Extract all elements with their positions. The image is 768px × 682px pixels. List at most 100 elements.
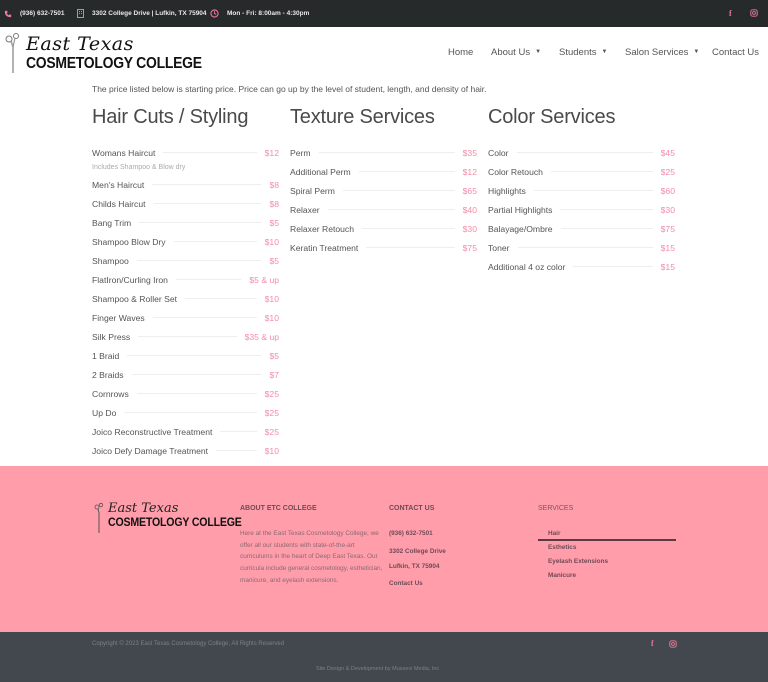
price-row: Shampoo & Roller Set $10 xyxy=(92,289,279,308)
service-price: $5 xyxy=(269,255,279,266)
service-price: $7 xyxy=(269,369,279,380)
leader-line xyxy=(533,190,653,191)
copyright-text: Copyright © 2023 East Texas Cosmetology … xyxy=(92,641,285,647)
site-header: East Texas COSMETOLOGY COLLEGE Home Abou… xyxy=(0,27,768,77)
service-name: Shampoo xyxy=(92,255,129,266)
service-name: Color Retouch xyxy=(488,166,543,177)
service-price: $25 xyxy=(264,426,279,437)
service-link-hair[interactable]: Hair xyxy=(548,530,560,537)
instagram-link[interactable] xyxy=(750,0,758,27)
topbar-phone[interactable]: (936) 632-7501 xyxy=(4,0,64,27)
service-price: $5 & up xyxy=(249,274,279,285)
facebook-icon: f xyxy=(729,9,732,18)
price-row: Additional 4 oz color $15 xyxy=(488,257,675,276)
price-row: Shampoo Blow Dry $10 xyxy=(92,232,279,251)
building-icon xyxy=(77,9,84,18)
nav-students[interactable]: Students ▼ xyxy=(559,47,607,58)
price-row: Up Do $25 xyxy=(92,403,279,422)
leader-line xyxy=(127,355,262,356)
price-row: Silk Press $35 & up xyxy=(92,327,279,346)
service-price: $8 xyxy=(269,179,279,190)
service-link-manicure[interactable]: Manicure xyxy=(548,572,576,579)
nav-salon-services[interactable]: Salon Services ▼ xyxy=(625,47,699,58)
top-info-bar: (936) 632-7501 3302 College Drive | Lufk… xyxy=(0,0,768,27)
service-price: $75 xyxy=(660,223,675,234)
service-link-esthetics[interactable]: Esthetics xyxy=(548,544,576,551)
service-name: Finger Waves xyxy=(92,312,145,323)
contact-us-link[interactable]: Contact Us xyxy=(389,580,423,587)
contact-city: Lufkin, TX 75904 xyxy=(389,563,440,570)
service-price: $35 xyxy=(462,147,477,158)
service-price: $45 xyxy=(660,147,675,158)
service-link-eyelash-extensions[interactable]: Eyelash Extensions xyxy=(548,558,608,565)
service-name: Shampoo & Roller Set xyxy=(92,293,178,304)
caret-down-icon: ▼ xyxy=(601,49,608,55)
nav-about-us[interactable]: About Us ▼ xyxy=(491,47,541,58)
service-name: Color xyxy=(488,147,509,158)
clock-icon xyxy=(210,9,219,18)
footer-facebook-link[interactable]: f xyxy=(651,639,654,648)
price-row: Spiral Perm $65 xyxy=(290,181,477,200)
facebook-link[interactable]: f xyxy=(729,0,732,27)
service-price: $60 xyxy=(660,185,675,196)
leader-line xyxy=(153,203,262,204)
leader-line xyxy=(136,393,257,394)
leader-line xyxy=(124,412,257,413)
price-row: Joico Defy Damage Treatment $10 xyxy=(92,441,279,460)
site-credit[interactable]: Site Design & Development by Mussevi Med… xyxy=(316,666,439,672)
leader-line xyxy=(358,171,455,172)
topbar-address: 3302 College Drive | Lufkin, TX 75904 xyxy=(77,0,207,27)
price-row: Men's Haircut $8 xyxy=(92,175,279,194)
service-name: Balayage/Ombre xyxy=(488,223,553,234)
price-row: Partial Highlights $30 xyxy=(488,200,675,219)
leader-line xyxy=(517,247,653,248)
service-price: $10 xyxy=(264,293,279,304)
phone-icon xyxy=(4,10,12,18)
leader-line xyxy=(318,152,455,153)
price-row: Bang Trim $5 xyxy=(92,213,279,232)
service-note: Includes Shampoo & Blow dry xyxy=(92,164,186,171)
price-row: FlatIron/Curling Iron $5 & up xyxy=(92,270,279,289)
price-row: Color Retouch $25 xyxy=(488,162,675,181)
main-nav: Home About Us ▼ Students ▼ Salon Service… xyxy=(0,27,768,77)
instagram-icon xyxy=(669,640,677,650)
instagram-icon xyxy=(750,8,758,19)
footer-instagram-link[interactable] xyxy=(669,640,677,650)
price-row: 2 Braids $7 xyxy=(92,365,279,384)
topbar-hours: Mon - Fri: 8:00am - 4:30pm xyxy=(210,0,309,27)
scissors-icon xyxy=(94,502,104,533)
service-price: $75 xyxy=(462,242,477,253)
service-name: Relaxer xyxy=(290,204,320,215)
service-name: Up Do xyxy=(92,407,117,418)
leader-line xyxy=(163,152,257,153)
footer-logo[interactable]: East Texas COSMETOLOGY COLLEGE xyxy=(94,501,242,538)
service-price: $30 xyxy=(462,223,477,234)
services-heading: SERVICES xyxy=(538,505,574,512)
caret-down-icon: ▼ xyxy=(535,49,542,55)
leader-line xyxy=(138,336,237,337)
price-row: Balayage/Ombre $75 xyxy=(488,219,675,238)
leader-line xyxy=(152,184,262,185)
service-name: Relaxer Retouch xyxy=(290,223,355,234)
service-price: $25 xyxy=(264,407,279,418)
leader-line xyxy=(131,374,262,375)
facebook-icon: f xyxy=(651,639,654,648)
nav-home[interactable]: Home xyxy=(448,47,473,58)
service-price: $5 xyxy=(269,350,279,361)
nav-contact-us[interactable]: Contact Us xyxy=(712,47,759,58)
service-price: $8 xyxy=(269,198,279,209)
service-price: $12 xyxy=(264,147,279,158)
price-row: Finger Waves $10 xyxy=(92,308,279,327)
service-price: $25 xyxy=(264,388,279,399)
column-title: Hair Cuts / Styling xyxy=(92,106,249,128)
service-name: Joico Reconstructive Treatment xyxy=(92,426,213,437)
leader-line xyxy=(573,266,653,267)
leader-line xyxy=(366,247,455,248)
contact-phone[interactable]: (936) 632-7501 xyxy=(389,530,433,537)
leader-line xyxy=(152,317,257,318)
price-row: Shampoo $5 xyxy=(92,251,279,270)
service-name: Men's Haircut xyxy=(92,179,145,190)
leader-line xyxy=(516,152,653,153)
leader-line xyxy=(342,190,455,191)
service-price: $65 xyxy=(462,185,477,196)
